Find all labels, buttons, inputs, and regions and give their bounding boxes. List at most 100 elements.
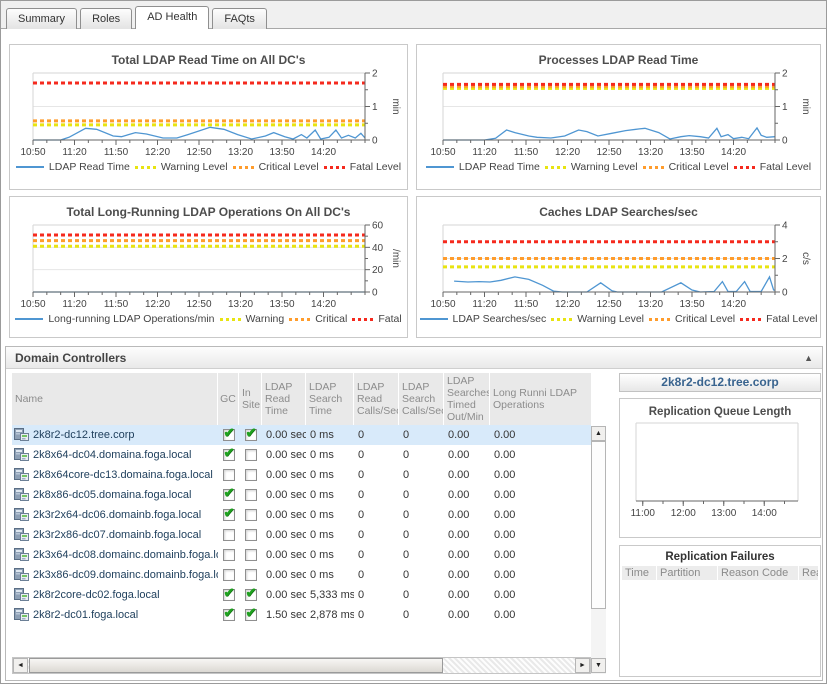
collapse-arrow-icon[interactable]: ▲ [804, 353, 813, 363]
table-row[interactable]: 2k8x64core-dc13.domaina.foga.local0.00 s… [12, 465, 591, 485]
gc-checkbox[interactable] [223, 609, 235, 621]
gc-checkbox[interactable] [223, 469, 235, 481]
svg-text:11:20: 11:20 [472, 299, 497, 310]
in-site-cell [239, 549, 262, 561]
scroll-up-button[interactable]: ▲ [591, 426, 606, 441]
horizontal-scroll-thumb[interactable] [29, 658, 443, 673]
chart-title: Caches LDAP Searches/sec [417, 205, 820, 219]
svg-text:11:20: 11:20 [62, 147, 87, 158]
panel-header: Domain Controllers ▲ [6, 347, 822, 369]
vertical-scroll-thumb[interactable] [591, 441, 606, 609]
cell-ldap-search-time: 0 ms [306, 509, 354, 521]
dc-name-text: 2k8r2-dc01.foga.local [33, 609, 138, 621]
in-site-checkbox[interactable] [245, 489, 257, 501]
horizontal-scrollbar[interactable]: ◄ ► [12, 657, 591, 674]
svg-text:4: 4 [782, 221, 788, 232]
svg-text:0: 0 [782, 288, 788, 299]
table-row[interactable]: 2k8x86-dc05.domaina.foga.local0.00 sec0 … [12, 485, 591, 505]
scroll-down-button[interactable]: ▼ [591, 658, 606, 673]
gc-checkbox[interactable] [223, 529, 235, 541]
svg-text:10:50: 10:50 [430, 147, 455, 158]
tab-bar: SummaryRolesAD HealthFAQts [1, 1, 826, 29]
column-header-ldap-search-time[interactable]: LDAP Search Time [306, 373, 354, 425]
column-header-name[interactable]: Name [12, 373, 218, 425]
gc-checkbox[interactable] [223, 429, 235, 441]
tab-ad-health[interactable]: AD Health [135, 6, 209, 29]
svg-text:12:00: 12:00 [671, 508, 696, 519]
table-row[interactable]: 2k8r2-dc12.tree.corp0.00 sec0 ms000.000.… [12, 425, 591, 445]
chart-processes-ldap-read-time: Processes LDAP Read Time 10:5011:2011:50… [416, 44, 821, 190]
column-header-ldap-searches-timed-out-min[interactable]: LDAP Searches Timed Out/Min [444, 373, 490, 425]
tab-summary[interactable]: Summary [6, 8, 77, 29]
cell-ldap-read-time: 0.00 sec [262, 429, 306, 441]
svg-text:13:20: 13:20 [227, 147, 252, 158]
svg-text:13:20: 13:20 [637, 299, 662, 310]
in-site-checkbox[interactable] [245, 449, 257, 461]
gc-checkbox[interactable] [223, 509, 235, 521]
in-site-checkbox[interactable] [245, 609, 257, 621]
svg-text:12:20: 12:20 [554, 147, 579, 158]
in-site-checkbox[interactable] [245, 549, 257, 561]
svg-text:13:50: 13:50 [269, 299, 294, 310]
table-row[interactable]: 2k8r2core-dc02.foga.local0.00 sec5,333 m… [12, 585, 591, 605]
vertical-scrollbar[interactable]: ▲ ▼ [591, 426, 606, 674]
server-icon [14, 607, 29, 624]
selected-dc-button[interactable]: 2k8r2-dc12.tree.corp [619, 373, 821, 392]
column-header-ldap-read-time[interactable]: LDAP Read Time [262, 373, 306, 425]
table-row[interactable]: 2k3x86-dc09.domainc.domainb.foga.local 0.… [12, 565, 591, 585]
failures-column-reason-code[interactable]: Reason Code [718, 566, 798, 580]
in-site-checkbox[interactable] [245, 589, 257, 601]
svg-text:12:20: 12:20 [144, 147, 169, 158]
column-header-in-site[interactable]: In Site [239, 373, 262, 425]
in-site-checkbox[interactable] [245, 529, 257, 541]
legend-label: Fatal Level [350, 161, 401, 173]
gc-checkbox[interactable] [223, 449, 235, 461]
gc-cell [218, 529, 239, 541]
in-site-checkbox[interactable] [245, 429, 257, 441]
svg-text:11:20: 11:20 [472, 147, 497, 158]
gc-checkbox[interactable] [223, 549, 235, 561]
cell-ldap-search-time: 0 ms [306, 449, 354, 461]
failures-column-reason[interactable]: Reason [799, 566, 818, 580]
svg-text:12:50: 12:50 [186, 147, 211, 158]
scroll-right-button[interactable]: ► [575, 658, 590, 673]
scroll-left-button[interactable]: ◄ [13, 658, 28, 673]
table-row[interactable]: 2k3r2x64-dc06.domainb.foga.local 0.00 sec… [12, 505, 591, 525]
column-header-long-runni-ldap-operations[interactable]: Long Runni LDAP Operations [490, 373, 591, 425]
table-row[interactable]: 2k8x64-dc04.domaina.foga.local0.00 sec0 … [12, 445, 591, 465]
cell-ldap-read-time: 0.00 sec [262, 489, 306, 501]
dc-name-text: 2k3r2x86-dc07.domainb.foga.local [33, 529, 201, 541]
cell-ldap-search-time: 0 ms [306, 469, 354, 481]
dc-name: 2k3x86-dc09.domainc.domainb.foga.local [12, 567, 218, 584]
panel-title: Domain Controllers [15, 351, 126, 365]
cell-ldap-searches-timed-out-min: 0.00 [444, 569, 490, 581]
cell-ldap-read-calls-sec: 0 [354, 609, 399, 621]
svg-text:14:20: 14:20 [720, 147, 745, 158]
cell-ldap-searches-timed-out-min: 0.00 [444, 549, 490, 561]
table-row[interactable]: 2k8r2-dc01.foga.local1.50 sec2,878 ms000… [12, 605, 591, 625]
in-site-checkbox[interactable] [245, 569, 257, 581]
table-row[interactable]: 2k3x64-dc08.domainc.domainb.foga.local0.… [12, 545, 591, 565]
failures-column-partition[interactable]: Partition [657, 566, 717, 580]
gc-checkbox[interactable] [223, 589, 235, 601]
failures-column-time[interactable]: Time [622, 566, 656, 580]
chart-canvas: 10:5011:2011:5012:2012:5013:2013:5014:20… [13, 68, 405, 160]
column-header-ldap-read-calls-sec[interactable]: LDAP Read Calls/Sec [354, 373, 399, 425]
svg-text:0: 0 [372, 136, 378, 147]
tab-faqts[interactable]: FAQts [212, 8, 267, 29]
svg-text:12:50: 12:50 [186, 299, 211, 310]
svg-text:12:20: 12:20 [144, 299, 169, 310]
in-site-checkbox[interactable] [245, 509, 257, 521]
tab-roles[interactable]: Roles [80, 8, 132, 29]
dc-name-text: 2k3r2x64-dc06.domainb.foga.local [33, 509, 201, 521]
gc-checkbox[interactable] [223, 569, 235, 581]
cell-long-running-ldap-operations: 0.00 [490, 549, 548, 561]
column-header-ldap-search-calls-sec[interactable]: LDAP Search Calls/Sec [399, 373, 444, 425]
dc-name-text: 2k8x64-dc04.domaina.foga.local [33, 449, 191, 461]
gc-checkbox[interactable] [223, 489, 235, 501]
cell-ldap-read-time: 0.00 sec [262, 509, 306, 521]
svg-text:14:20: 14:20 [310, 299, 335, 310]
in-site-checkbox[interactable] [245, 469, 257, 481]
table-row[interactable]: 2k3r2x86-dc07.domainb.foga.local0.00 sec… [12, 525, 591, 545]
column-header-gc[interactable]: GC [218, 373, 239, 425]
